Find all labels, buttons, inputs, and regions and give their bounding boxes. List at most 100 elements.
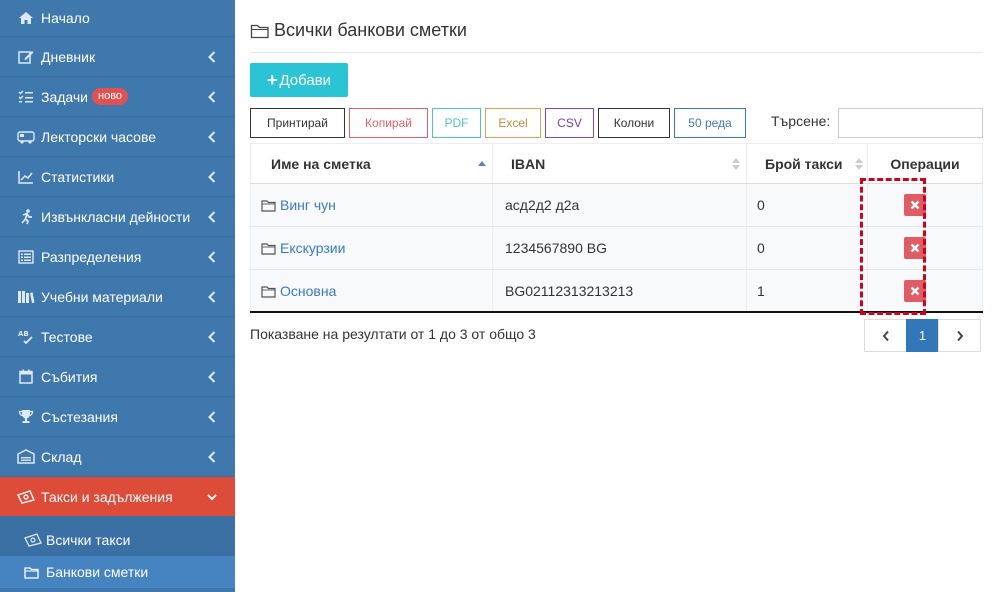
sidebar-item-label: Дневник bbox=[41, 48, 96, 65]
folder-icon bbox=[261, 242, 277, 255]
sidebar-item-warehouse[interactable]: Склад bbox=[0, 437, 235, 477]
sort-asc-icon bbox=[478, 160, 486, 166]
search-label: Търсене: bbox=[771, 113, 831, 129]
running-icon bbox=[16, 208, 36, 225]
fee-count-cell: 0 bbox=[747, 227, 868, 269]
column-header-name[interactable]: Име на сметка bbox=[250, 144, 493, 183]
rows-per-page-button[interactable]: 50 реда bbox=[674, 108, 746, 138]
edit-icon bbox=[16, 49, 36, 65]
results-info: Показване на резултати от 1 до 3 от общо… bbox=[250, 326, 536, 342]
chart-line-icon bbox=[16, 169, 36, 185]
chevron-right-icon bbox=[956, 330, 963, 341]
sidebar-item-label: Разпределения bbox=[41, 248, 142, 265]
sidebar-subitem-label: Банкови сметки bbox=[46, 564, 149, 580]
chevron-left-icon bbox=[207, 410, 217, 424]
divider bbox=[250, 52, 983, 53]
chevron-left-icon bbox=[207, 170, 217, 184]
sidebar: Начало Дневник Задачи ново Лекторски час… bbox=[0, 0, 235, 592]
next-page-button[interactable] bbox=[938, 319, 981, 352]
calendar-icon bbox=[16, 369, 36, 385]
account-name-link[interactable]: Екскурзии bbox=[280, 240, 345, 256]
sidebar-item-label: Лекторски часове bbox=[41, 128, 157, 145]
chevron-left-icon bbox=[207, 90, 217, 104]
sidebar-item-events[interactable]: Събития bbox=[0, 357, 235, 397]
page-button[interactable]: 1 bbox=[906, 319, 939, 352]
sidebar-item-label: Начало bbox=[41, 10, 90, 26]
money-icon bbox=[24, 533, 42, 547]
books-icon bbox=[16, 289, 36, 305]
chevron-left-icon bbox=[207, 130, 217, 144]
search-input[interactable] bbox=[838, 108, 983, 138]
columns-button[interactable]: Колони bbox=[598, 108, 670, 138]
sidebar-item-tests[interactable]: AB Тестове bbox=[0, 317, 235, 357]
column-header-iban[interactable]: IBAN bbox=[493, 144, 747, 183]
csv-button[interactable]: CSV bbox=[545, 108, 594, 138]
sidebar-item-label: Задачи bbox=[41, 88, 89, 105]
chevron-left-icon bbox=[207, 330, 217, 344]
sort-icon bbox=[855, 157, 863, 170]
sidebar-submenu: Всички такси Банкови сметки bbox=[0, 516, 235, 588]
new-badge: ново bbox=[92, 88, 129, 105]
sidebar-item-diary[interactable]: Дневник bbox=[0, 37, 235, 77]
account-name-link[interactable]: Основна bbox=[280, 283, 336, 299]
chevron-left-icon bbox=[207, 50, 217, 64]
sidebar-subitem-bank-accounts[interactable]: Банкови сметки bbox=[0, 556, 235, 588]
sidebar-item-lecture-hours[interactable]: Лекторски часове bbox=[0, 117, 235, 157]
pagination: 1 bbox=[864, 319, 981, 352]
money-icon bbox=[16, 489, 36, 505]
chevron-left-icon bbox=[207, 370, 217, 384]
sidebar-item-competitions[interactable]: Състезания bbox=[0, 397, 235, 437]
folder-icon bbox=[261, 285, 277, 298]
pdf-button[interactable]: PDF bbox=[432, 108, 481, 138]
chevron-left-icon bbox=[882, 330, 889, 341]
sidebar-item-label: Извънкласни дейности bbox=[41, 208, 191, 225]
excel-button[interactable]: Excel bbox=[485, 108, 541, 138]
iban-cell: BG02112313213213 bbox=[493, 270, 747, 312]
chevron-left-icon bbox=[207, 250, 217, 264]
sidebar-item-label: Склад bbox=[41, 448, 82, 465]
sort-icon bbox=[732, 157, 740, 170]
sidebar-item-extracurricular[interactable]: Извънкласни дейности bbox=[0, 197, 235, 237]
sidebar-item-label: Събития bbox=[41, 368, 98, 385]
print-button[interactable]: Принтирай bbox=[250, 108, 345, 138]
tasks-icon bbox=[16, 89, 36, 105]
highlight-annotation bbox=[860, 178, 926, 315]
sidebar-item-label: Такси и задължения bbox=[41, 488, 173, 505]
warehouse-icon bbox=[16, 449, 36, 465]
sidebar-item-distributions[interactable]: Разпределения bbox=[0, 237, 235, 277]
sidebar-item-label: Статистики bbox=[41, 168, 115, 185]
prev-page-button[interactable] bbox=[864, 319, 907, 352]
copy-button[interactable]: Копирай bbox=[349, 108, 428, 138]
spellcheck-icon: AB bbox=[16, 329, 36, 345]
page-title: Всички банкови сметки bbox=[250, 20, 467, 41]
chevron-left-icon bbox=[207, 210, 217, 224]
folder-icon bbox=[24, 566, 42, 579]
account-name-link[interactable]: Винг чун bbox=[280, 197, 336, 213]
page-title-text: Всички банкови сметки bbox=[274, 20, 467, 40]
sidebar-item-label: Състезания bbox=[41, 408, 118, 425]
add-button-label: Добави bbox=[279, 71, 332, 89]
chevron-left-icon bbox=[207, 450, 217, 464]
column-header-fee-count[interactable]: Брой такси bbox=[747, 144, 868, 183]
trophy-icon bbox=[16, 409, 36, 425]
bus-icon bbox=[16, 129, 36, 145]
sidebar-item-fees[interactable]: Такси и задължения bbox=[0, 477, 235, 516]
plus-icon: + bbox=[266, 69, 278, 90]
list-icon bbox=[16, 249, 36, 265]
add-button[interactable]: + Добави bbox=[250, 63, 348, 97]
chevron-left-icon bbox=[207, 290, 217, 304]
sidebar-item-statistics[interactable]: Статистики bbox=[0, 157, 235, 197]
folder-icon bbox=[261, 199, 277, 212]
sidebar-item-home[interactable]: Начало bbox=[0, 0, 235, 37]
chevron-down-icon bbox=[207, 490, 217, 504]
iban-cell: 1234567890 BG bbox=[493, 227, 747, 269]
svg-text:AB: AB bbox=[18, 330, 29, 338]
sidebar-subitem-all-fees[interactable]: Всички такси bbox=[0, 524, 235, 556]
sidebar-item-tasks[interactable]: Задачи ново bbox=[0, 77, 235, 117]
iban-cell: асд2д2 д2а bbox=[493, 184, 747, 226]
sidebar-subitem-label: Всички такси bbox=[46, 532, 131, 548]
sidebar-item-label: Учебни материали bbox=[41, 288, 163, 305]
sidebar-item-materials[interactable]: Учебни материали bbox=[0, 277, 235, 317]
folder-icon bbox=[250, 23, 270, 39]
fee-count-cell: 0 bbox=[747, 184, 868, 226]
